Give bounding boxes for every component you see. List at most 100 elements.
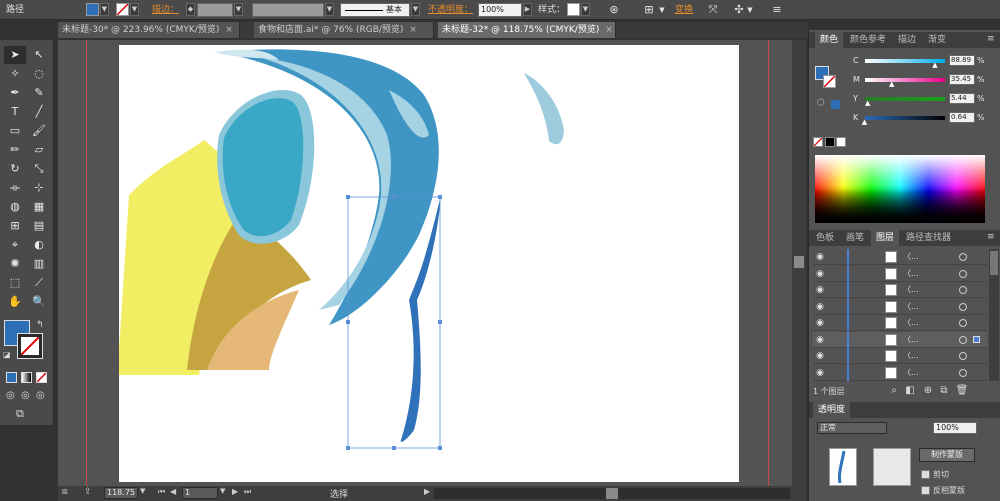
layers-scrollbar[interactable]	[989, 249, 999, 381]
gradient-mode-icon[interactable]	[21, 372, 32, 383]
mask-thumbnail[interactable]	[873, 448, 911, 486]
close-icon[interactable]: ×	[605, 25, 613, 35]
tab-untitled-30[interactable]: 未标题-30* @ 223.96% (CMYK/预览) ×	[58, 22, 240, 38]
tab-brushes[interactable]: 画笔	[841, 230, 869, 246]
graphic-style-dropdown[interactable]: ▼	[581, 3, 590, 16]
brush-definition-field[interactable]: 基本	[340, 3, 410, 17]
blend-mode-select[interactable]: 正常	[817, 422, 887, 434]
target-icon[interactable]	[959, 253, 967, 261]
eye-icon[interactable]: ◉	[813, 282, 827, 298]
swap-colors-icon[interactable]: ↰	[36, 320, 44, 330]
tab-swatches[interactable]: 色板	[811, 230, 839, 246]
close-icon[interactable]: ×	[225, 25, 233, 35]
eye-icon[interactable]: ◉	[813, 365, 827, 381]
target-icon[interactable]	[959, 269, 967, 278]
isolate-selected-icon[interactable]: ⤧	[704, 0, 722, 20]
slice-icon[interactable]: ⟋	[28, 274, 50, 292]
slider-thumb-icon[interactable]: ▲	[932, 61, 937, 69]
align-to-dropdown-icon[interactable]: ▼	[657, 0, 667, 20]
tab-untitled-32[interactable]: 未标题-32* @ 118.75% (CMYK/预览) ×	[438, 22, 616, 38]
opacity-dropdown[interactable]: ▶	[523, 3, 532, 16]
slider-track[interactable]	[865, 116, 945, 120]
layer-row[interactable]: ◉ 〈...	[813, 331, 987, 348]
slider-value-field[interactable]: 5.44	[949, 93, 975, 104]
none-swatch[interactable]	[813, 137, 823, 147]
align-to-icon[interactable]: ⊞	[640, 0, 658, 20]
perspective-grid-icon[interactable]: ▦	[28, 198, 50, 216]
zoom-tool-icon[interactable]: 🔍	[28, 293, 50, 311]
eye-icon[interactable]: ◉	[813, 348, 827, 364]
eye-icon[interactable]: ◉	[813, 249, 827, 265]
target-icon[interactable]	[959, 368, 967, 377]
pen-tool-icon[interactable]: ✒	[4, 84, 26, 102]
slider-value-field[interactable]: 0.64	[949, 112, 975, 123]
white-swatch[interactable]	[836, 137, 846, 147]
rectangle-tool-icon[interactable]: ▭	[4, 122, 26, 140]
fill-swatch[interactable]	[86, 3, 99, 16]
color-mode-icon[interactable]	[6, 372, 17, 383]
black-swatch[interactable]	[825, 137, 835, 147]
lasso-icon[interactable]: ◌	[28, 65, 50, 83]
last-artboard-icon[interactable]: ⏭	[244, 487, 251, 497]
artboard-number-field[interactable]: 1	[182, 487, 218, 499]
artboard-dropdown-icon[interactable]: ▼	[220, 487, 225, 495]
tab-color[interactable]: 颜色	[815, 32, 844, 48]
layers-scroll-thumb[interactable]	[990, 251, 998, 275]
invert-mask-checkbox[interactable]	[921, 486, 930, 495]
object-thumbnail[interactable]	[829, 448, 857, 486]
recolor-artwork-icon[interactable]: ⊛	[605, 0, 623, 20]
target-icon[interactable]	[959, 319, 967, 327]
delete-layer-icon[interactable]: 🗑	[955, 384, 969, 398]
tab-gradient[interactable]: 渐变	[923, 32, 951, 48]
eye-icon[interactable]: ◉	[813, 332, 827, 348]
horizontal-scroll-thumb[interactable]	[606, 488, 618, 499]
selection-tool-icon[interactable]: ➤	[4, 46, 26, 64]
new-sublayer-icon[interactable]: ⊕	[921, 384, 935, 398]
none-mode-icon[interactable]	[36, 372, 47, 383]
clipping-mask-icon[interactable]: ◧	[903, 384, 917, 398]
eyedropper-icon[interactable]: ⌖	[4, 236, 26, 254]
transform-label[interactable]: 变换	[675, 0, 693, 20]
slider-thumb-icon[interactable]: ▲	[889, 80, 894, 88]
stroke-weight-dropdown[interactable]: ▼	[234, 3, 243, 16]
direct-selection-tool-icon[interactable]: ↖	[28, 46, 50, 64]
shape-builder-icon[interactable]: ◍	[4, 198, 26, 216]
vertical-scrollbar[interactable]	[792, 40, 806, 486]
stroke-label[interactable]: 描边：	[152, 0, 179, 20]
opacity-label[interactable]: 不透明度：	[428, 0, 473, 20]
out-of-gamut-icon[interactable]: ⬡	[817, 98, 825, 108]
mesh-icon[interactable]: ⊞	[4, 217, 26, 235]
stroke-swatch[interactable]	[116, 3, 129, 16]
gamut-color-swatch[interactable]	[831, 100, 840, 109]
tab-layers[interactable]: 图层	[871, 230, 900, 246]
free-transform-icon[interactable]: ⊹	[28, 179, 50, 197]
stroke-color-box[interactable]	[17, 333, 43, 359]
layer-row[interactable]: ◉ 〈...	[813, 315, 987, 331]
tab-transparency[interactable]: 透明度	[813, 402, 851, 418]
screen-mode-icon[interactable]: ⧉	[16, 407, 24, 421]
slider-thumb-icon[interactable]: ▲	[862, 118, 867, 126]
curvature-icon[interactable]: ✎	[28, 84, 50, 102]
type-tool-icon[interactable]: T	[4, 103, 26, 121]
default-colors-icon[interactable]: ◪	[3, 350, 11, 359]
width-tool-icon[interactable]: ⟛	[4, 179, 26, 197]
target-icon[interactable]	[959, 286, 967, 294]
target-icon[interactable]	[959, 302, 967, 311]
zoom-dropdown-icon[interactable]: ▼	[140, 487, 145, 495]
slider-track[interactable]	[865, 78, 945, 82]
transform-options-dropdown-icon[interactable]: ▼	[745, 0, 755, 20]
clip-checkbox[interactable]	[921, 470, 930, 479]
selected-art-indicator[interactable]	[973, 335, 980, 343]
draw-behind-icon[interactable]: ◎	[21, 390, 30, 401]
locate-object-icon[interactable]: ⌕	[887, 384, 901, 398]
brush-definition-dropdown[interactable]: ▼	[411, 3, 420, 16]
gradient-icon[interactable]: ▤	[28, 217, 50, 235]
opacity-field[interactable]: 100%	[478, 3, 522, 17]
symbol-sprayer-icon[interactable]: ✺	[4, 255, 26, 273]
slider-value-field[interactable]: 35.45	[949, 74, 975, 85]
vertical-scroll-thumb[interactable]	[794, 256, 804, 268]
slider-track[interactable]	[865, 97, 945, 101]
panel-menu-icon[interactable]: ≡	[987, 232, 995, 242]
paintbrush-icon[interactable]: 🖌	[28, 122, 50, 140]
layer-row[interactable]: ◉ 〈...	[813, 364, 987, 381]
